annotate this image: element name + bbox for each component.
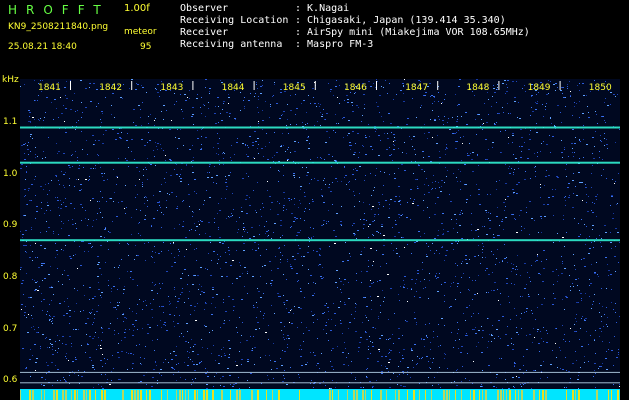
noise-floor-band [20,389,620,400]
time-label: 1844 [222,83,245,93]
time-label: 1842 [99,83,122,93]
time-label: 1847 [405,83,428,93]
time-label: 1845 [283,83,306,93]
info-antenna-value: : Maspro FM-3 [295,39,374,50]
datetime-label: 25.08.21 18:40 [8,42,77,52]
time-tick [437,81,439,90]
frequency-tick-label: 0.6 [3,375,18,386]
info-location: Receiving Location : Chigasaki, Japan (13… [180,15,506,26]
time-tick [70,81,71,90]
carrier-line [20,239,620,242]
time-label: 1849 [528,83,551,93]
info-receiver-value: : AirSpy mini (Miakejima VOR 108.65MHz) [295,27,530,38]
time-label: 1848 [466,83,489,93]
time-tick [314,81,316,90]
info-observer: Observer : K.Nagai [180,3,349,14]
carrier-line [20,126,620,129]
info-antenna: Receiving antenna : Maspro FM-3 [180,39,373,50]
version-label: 1.00f [124,3,150,14]
meteor-label: meteor [124,27,157,37]
time-label: 1846 [344,83,367,93]
info-receiver-label: Receiver [180,27,229,38]
reference-line [20,382,620,384]
info-observer-label: Observer [180,3,229,14]
frequency-tick-label: 0.8 [3,271,18,282]
time-tick [192,81,194,90]
frequency-tick-label: 0.7 [3,323,18,334]
time-label: 1850 [589,83,612,93]
frequency-unit-label: kHz [2,75,19,85]
time-tick [498,81,500,90]
info-location-label: Receiving Location [180,15,289,26]
info-receiver: Receiver : AirSpy mini (Miakejima VOR 108… [180,27,530,38]
spectrogram-plot: 1841 1842 1843 1844 1845 1846 1847 1848 1849 1850 [20,79,620,400]
filename-label: KN9_2508211840.png [8,22,109,32]
info-antenna-label: Receiving antenna [180,39,283,50]
time-tick [253,81,255,90]
carrier-line [20,161,620,164]
frequency-tick-label: 1.1 [3,116,18,127]
time-tick [376,81,377,90]
frequency-tick-label: 1.0 [3,168,18,179]
reference-line [20,371,620,373]
info-location-value: : Chigasaki, Japan (139.414 35.340) [295,15,506,26]
info-observer-value: : K.Nagai [295,3,350,14]
frequency-tick-label: 0.9 [3,220,18,231]
time-tick [559,81,561,90]
meteor-count: 95 [140,42,152,52]
time-label: 1841 [38,83,61,93]
app-title: HROFFT [8,3,110,17]
time-label: 1843 [160,83,183,93]
time-tick [131,81,133,90]
